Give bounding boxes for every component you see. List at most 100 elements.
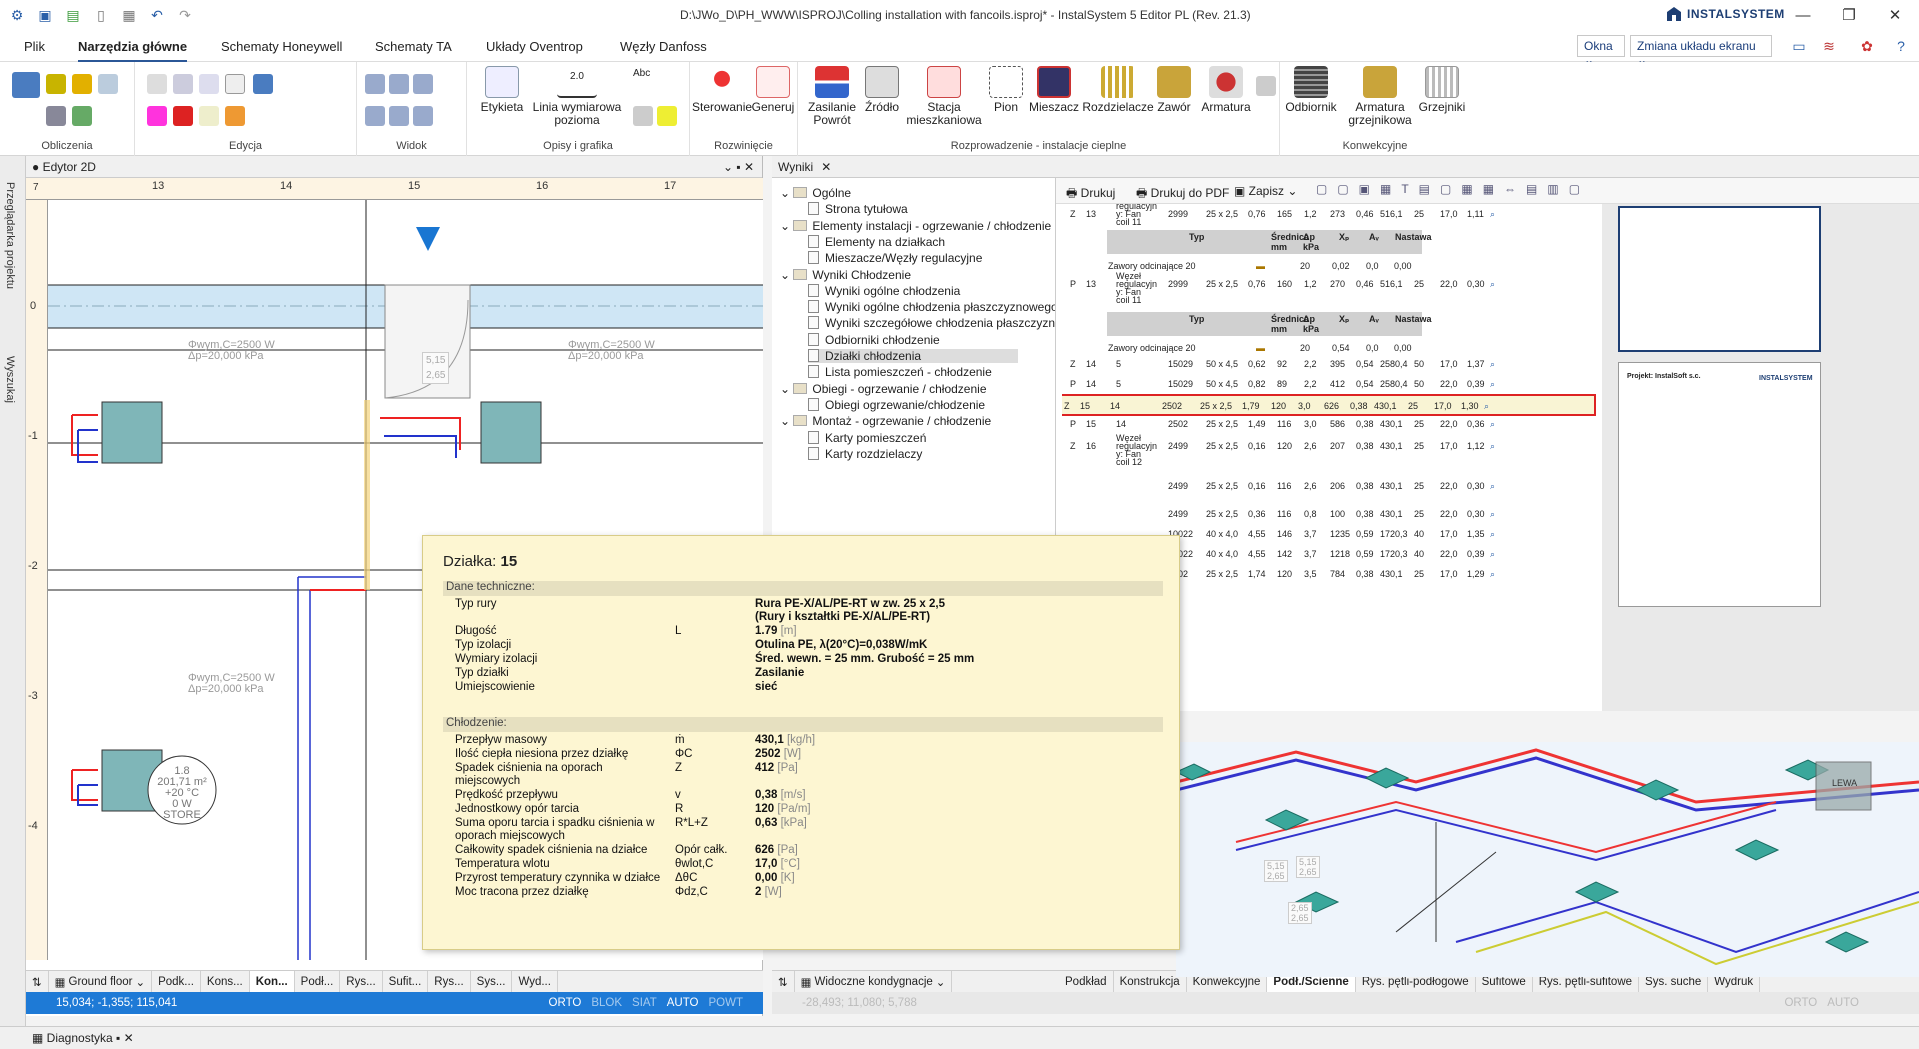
tab-wezly-danfoss[interactable]: Węzły Danfoss: [620, 39, 707, 54]
table-row[interactable]: P 15 14 2502 25 x 2,5 1,49 116 3,0 586 0,38 430,1 2…: [1062, 414, 1602, 436]
zoom-icon[interactable]: ⌕: [1490, 529, 1495, 540]
undo-icon[interactable]: ↶: [146, 5, 168, 25]
layer-tab[interactable]: Kons...: [201, 970, 250, 993]
redo-icon[interactable]: ↷: [174, 5, 196, 25]
settings-icon[interactable]: ✿: [1856, 36, 1878, 56]
tab-narzedzia-glowne[interactable]: Narzędzia główne: [78, 39, 188, 63]
calc2-icon[interactable]: [72, 74, 92, 94]
new-file-icon[interactable]: ▯: [90, 5, 112, 25]
tree-node[interactable]: ⌄ Ogólne: [780, 186, 851, 200]
results-close-icon[interactable]: ✕: [821, 160, 831, 174]
chevron-down-icon[interactable]: ⌄: [780, 414, 793, 428]
powt-toggle[interactable]: POWT: [709, 997, 744, 1009]
zoom-out-icon[interactable]: [389, 74, 409, 94]
zawor-button[interactable]: Zawór: [1150, 66, 1198, 114]
calc-table-icon[interactable]: [12, 72, 40, 98]
visible-floors-select[interactable]: ▦ Widoczne kondygnacje ⌄: [795, 970, 953, 993]
props-icon[interactable]: [253, 74, 273, 94]
siat-toggle[interactable]: SIAT: [632, 997, 657, 1009]
table-row[interactable]: Z 15 14 2502 25 x 2,5 1,79 120 3,0 626 0,38 430,1 2…: [1062, 394, 1596, 416]
zoom-icon[interactable]: ⌕: [1490, 379, 1495, 390]
extra-icon[interactable]: [1256, 76, 1276, 96]
table-row[interactable]: P 14 5 15029 50 x 4,5 0,82 89 2,2 412 0,54 2580,4 5…: [1062, 374, 1602, 396]
layer-tab[interactable]: Podkład: [1059, 970, 1114, 993]
sidebar-tab-search[interactable]: Wyszukaj: [4, 356, 16, 403]
layer-tab[interactable]: Podk...: [152, 970, 201, 993]
save-icon[interactable]: ▣: [34, 5, 56, 25]
preview-page-2[interactable]: Projekt: InstalSoft s.c. INSTALSYSTEM: [1618, 362, 1821, 607]
delete-icon[interactable]: [173, 106, 193, 126]
tree-node[interactable]: Obiegi ogrzewanie/chłodzenie: [808, 397, 985, 412]
grzejniki-button[interactable]: Grzejniki: [1416, 66, 1468, 114]
zoom-icon[interactable]: ⌕: [1490, 549, 1495, 560]
tab-schematy-ta[interactable]: Schematy TA: [375, 39, 452, 54]
armatura-button[interactable]: Armatura: [1196, 66, 1256, 114]
tab-plik[interactable]: Plik: [24, 39, 45, 54]
auto-toggle[interactable]: AUTO: [667, 997, 699, 1009]
orto-toggle[interactable]: ORTO: [1784, 997, 1817, 1009]
abc-text-button[interactable]: Abc: [633, 68, 650, 79]
zoom-icon[interactable]: ⌕: [1490, 209, 1495, 220]
zasilanie-powrot-button[interactable]: Zasilanie Powrót: [804, 66, 860, 127]
sidebar-tab-project-browser[interactable]: Przeglądarka projektu: [4, 182, 16, 289]
tab-schematy-honeywell[interactable]: Schematy Honeywell: [221, 39, 342, 54]
cut-icon[interactable]: [147, 106, 167, 126]
layer-tab[interactable]: Rys...: [340, 970, 383, 993]
zoom-all-icon[interactable]: [365, 106, 385, 126]
zoom-icon[interactable]: ⌕: [1490, 441, 1495, 452]
zoom-window-icon[interactable]: [413, 74, 433, 94]
image-icon[interactable]: ▦: [118, 5, 140, 25]
tree-node[interactable]: Strona tytułowa: [808, 202, 908, 216]
help-icon[interactable]: ?: [1890, 36, 1912, 56]
layer-tab[interactable]: Sys...: [471, 970, 513, 993]
tree-node[interactable]: Wyniki ogólne chłodzenia: [808, 283, 960, 298]
tree-node[interactable]: ⌄ Montaż - ogrzewanie / chłodzenie: [780, 414, 991, 428]
zoom-icon[interactable]: ⌕: [1490, 509, 1495, 520]
mieszacz-button[interactable]: Mieszacz: [1024, 66, 1084, 114]
zoom-icon[interactable]: ⌕: [1484, 401, 1489, 412]
zoom-icon[interactable]: ⌕: [1490, 481, 1495, 492]
tab-uklady-oventrop[interactable]: Układy Oventrop: [486, 39, 583, 54]
layer-tab[interactable]: Wyd...: [512, 970, 558, 993]
tree-node[interactable]: ⌄ Wyniki Chłodzenie: [780, 268, 911, 282]
zmiana-ukladu-dropdown[interactable]: Zmiana układu ekranu ⌄: [1630, 35, 1772, 67]
table-row[interactable]: P 13 Węzeł regulacyjn y: Fan coil 11 2999 25…: [1062, 272, 1602, 305]
tree-node[interactable]: Lista pomieszczeń - chłodzenie: [808, 365, 992, 379]
chevron-down-icon[interactable]: ⌄: [780, 382, 793, 396]
print-pdf-button[interactable]: 🖶 Drukuj do PDF: [1136, 184, 1229, 205]
table-row[interactable]: 2499 25 x 2,5 0,16 116 2,6 206 0,38 430,1 25 22,0…: [1062, 476, 1602, 498]
chevron-down-icon[interactable]: ⌄: [780, 219, 793, 233]
layer-tab[interactable]: Sufit...: [383, 970, 429, 993]
zoom-icon[interactable]: ⌕: [1490, 419, 1495, 430]
chevron-down-icon[interactable]: ⌄: [780, 268, 793, 282]
tree-node[interactable]: ⌄ Obiegi - ogrzewanie / chłodzenie: [780, 382, 987, 396]
pan-icon[interactable]: [413, 106, 433, 126]
minimize-button[interactable]: —: [1780, 0, 1826, 30]
open-icon[interactable]: ▤: [62, 5, 84, 25]
save-button[interactable]: ▣ Zapisz ⌄: [1234, 184, 1297, 198]
rozdzielacze-button[interactable]: Rozdzielacze: [1080, 66, 1156, 114]
table-icon[interactable]: [633, 106, 653, 126]
floor-select[interactable]: ▦ Ground floor ⌄: [49, 970, 153, 993]
layer-tab[interactable]: Podł...: [295, 970, 341, 993]
view-3d[interactable]: 5,15 2,65 5,15 2,65 2,65 2,65 LEWA: [1176, 742, 1919, 977]
sterowanie-button[interactable]: Sterowanie: [692, 66, 752, 114]
table-row[interactable]: Z 13 regulacyjn y: Fan coil 11 2999 25 x 2,5…: [1062, 204, 1602, 227]
preview-page-1[interactable]: [1618, 206, 1821, 352]
armatura-grzejnikowa-button[interactable]: Armatura grzejnikowa: [1344, 66, 1416, 127]
tree-node[interactable]: Wyniki ogólne chłodzenia płaszczyznowego: [808, 300, 1055, 314]
tree-node[interactable]: Mieszacze/Węzły regulacyjne: [808, 251, 982, 265]
auto-toggle[interactable]: AUTO: [1827, 997, 1859, 1009]
layer-tab-active[interactable]: Kon...: [249, 970, 295, 993]
zrodlo-button[interactable]: Źródło: [860, 66, 904, 114]
chevron-down-icon[interactable]: ⌄: [780, 186, 793, 200]
tree-node[interactable]: Wyniki szczegółowe chłodzenia płaszczyzn…: [808, 316, 1055, 330]
scroll-arrows-icon[interactable]: ⇅: [772, 970, 795, 993]
layers-icon[interactable]: ≋: [1818, 36, 1840, 56]
odbiornik-button[interactable]: Odbiornik: [1280, 66, 1342, 114]
orto-toggle[interactable]: ORTO: [549, 997, 582, 1009]
calc3-icon[interactable]: [98, 74, 118, 94]
tree-node[interactable]: Karty rozdzielaczy: [808, 446, 922, 461]
monitor-icon[interactable]: ▭: [1788, 36, 1810, 56]
table-row[interactable]: Z 16 Węzeł regulacyjn y: Fan coil 12 2499 25…: [1062, 434, 1602, 467]
